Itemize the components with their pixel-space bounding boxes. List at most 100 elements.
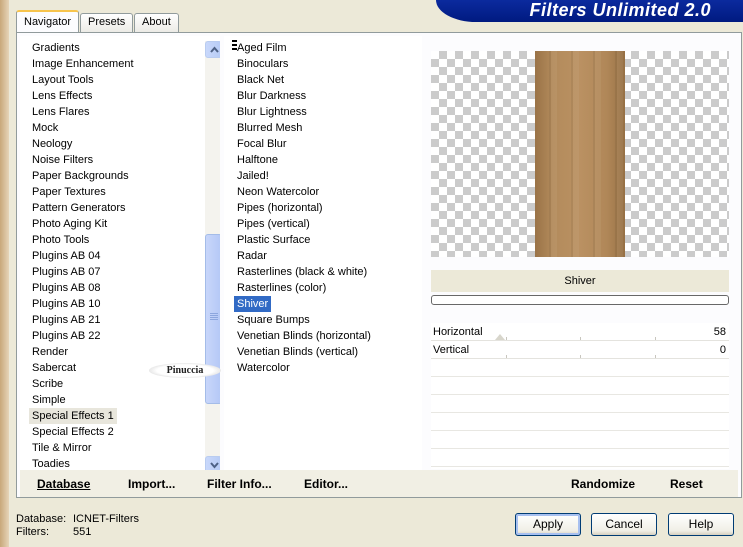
category-item[interactable]: Toadies: [29, 456, 73, 470]
filter-item[interactable]: Square Bumps: [234, 312, 313, 328]
parameter-row-divider: [431, 448, 729, 449]
category-item[interactable]: Simple: [29, 392, 69, 408]
filter-item[interactable]: Radar: [234, 248, 270, 264]
filter-item[interactable]: Venetian Blinds (vertical): [234, 344, 361, 360]
scroll-up-button[interactable]: [205, 41, 220, 58]
filter-item[interactable]: Neon Watercolor: [234, 184, 322, 200]
category-item[interactable]: Pattern Generators: [29, 200, 129, 216]
filter-item[interactable]: Binoculars: [234, 56, 291, 72]
category-item[interactable]: Sabercat: [29, 360, 79, 376]
filter-item[interactable]: Halftone: [234, 152, 281, 168]
chevron-up-icon: [210, 46, 219, 53]
category-item[interactable]: Lens Effects: [29, 88, 95, 104]
import-button[interactable]: Import...: [128, 475, 175, 493]
category-item[interactable]: Paper Backgrounds: [29, 168, 132, 184]
category-item[interactable]: Scribe: [29, 376, 66, 392]
filter-item[interactable]: Blurred Mesh: [234, 120, 305, 136]
category-item[interactable]: Photo Aging Kit: [29, 216, 110, 232]
slider-tick: [655, 337, 656, 340]
scroll-down-button[interactable]: [205, 456, 220, 470]
filters-count: 551: [73, 526, 92, 538]
apply-button[interactable]: Apply: [515, 513, 581, 536]
category-item[interactable]: Plugins AB 10: [29, 296, 104, 312]
category-item[interactable]: Gradients: [29, 40, 83, 56]
category-item[interactable]: Special Effects 1: [29, 408, 117, 424]
filter-item[interactable]: Plastic Surface: [234, 232, 313, 248]
database-label: Database:: [16, 513, 67, 525]
filter-item[interactable]: Blur Lightness: [234, 104, 310, 120]
tab-navigator[interactable]: Navigator: [16, 10, 80, 32]
slider-tick: [580, 355, 581, 358]
category-item[interactable]: Image Enhancement: [29, 56, 137, 72]
slider-tick: [506, 337, 507, 340]
category-item[interactable]: Photo Tools: [29, 232, 92, 248]
filters-label: Filters:: [16, 526, 49, 538]
help-button[interactable]: Help: [668, 513, 734, 536]
filter-item[interactable]: Blur Darkness: [234, 88, 309, 104]
reset-button[interactable]: Reset: [670, 475, 703, 493]
filter-item[interactable]: Venetian Blinds (horizontal): [234, 328, 374, 344]
parameter-label: Vertical: [433, 344, 470, 356]
filter-item[interactable]: Pipes (vertical): [234, 216, 313, 232]
filter-item[interactable]: Aged Film: [234, 40, 290, 56]
category-list[interactable]: Gradients Image Enhancement Layout Tools Le…: [20, 36, 220, 470]
database-button[interactable]: Database: [37, 475, 90, 493]
title-banner: Filters Unlimited 2.0: [436, 0, 743, 22]
banner-title: Filters Unlimited 2.0: [529, 0, 711, 20]
category-item[interactable]: Tile & Mirror: [29, 440, 94, 456]
preview-image: [431, 51, 729, 257]
grip-icon: [210, 313, 218, 321]
category-item[interactable]: Plugins AB 04: [29, 248, 104, 264]
parameter-area: Horizontal 58 Vertical 0: [431, 323, 729, 469]
category-item[interactable]: Plugins AB 08: [29, 280, 104, 296]
preview-wood-texture: [535, 51, 625, 257]
tab-about[interactable]: About: [134, 13, 179, 32]
filter-item[interactable]: Watercolor: [234, 360, 293, 376]
parameter-row-divider: [431, 466, 729, 467]
tab-presets[interactable]: Presets: [80, 13, 134, 32]
current-filter-name: Shiver: [431, 270, 729, 292]
category-item[interactable]: Render: [29, 344, 71, 360]
category-item[interactable]: Plugins AB 07: [29, 264, 104, 280]
category-item[interactable]: Plugins AB 21: [29, 312, 104, 328]
category-item[interactable]: Neology: [29, 136, 75, 152]
category-item[interactable]: Plugins AB 22: [29, 328, 104, 344]
background-edge: [0, 0, 9, 547]
parameter-row-divider: [431, 430, 729, 431]
filter-item[interactable]: Shiver: [234, 296, 272, 312]
scroll-thumb[interactable]: [205, 234, 220, 404]
filter-info-button[interactable]: Filter Info...: [207, 475, 272, 493]
cancel-button[interactable]: Cancel: [591, 513, 657, 536]
parameter-value: 0: [719, 344, 726, 356]
slider-tick: [655, 355, 656, 358]
category-scrollbar[interactable]: [205, 41, 220, 470]
parameter-slider[interactable]: Vertical 0: [431, 341, 729, 359]
category-item[interactable]: Noise Filters: [29, 152, 96, 168]
category-item[interactable]: Lens Flares: [29, 104, 92, 120]
parameter-label: Horizontal: [433, 326, 483, 338]
database-label: Database: [37, 477, 91, 491]
filter-item[interactable]: Black Net: [234, 72, 287, 88]
parameter-slider[interactable]: Horizontal 58: [431, 323, 729, 341]
slider-tick: [580, 337, 581, 340]
slider-thumb-icon[interactable]: [495, 334, 505, 340]
editor-button[interactable]: Editor...: [304, 475, 348, 493]
watermark-badge: Pinuccia: [149, 363, 221, 378]
randomize-button[interactable]: Randomize: [571, 475, 635, 493]
category-item[interactable]: Paper Textures: [29, 184, 109, 200]
progress-bar: [431, 295, 729, 305]
category-item[interactable]: Layout Tools: [29, 72, 97, 88]
filter-item[interactable]: Pipes (horizontal): [234, 200, 326, 216]
navigator-panel: Gradients Image Enhancement Layout Tools Le…: [16, 32, 742, 498]
parameter-value: 58: [713, 326, 726, 338]
chevron-down-icon: [210, 462, 219, 469]
filter-item[interactable]: Jailed!: [234, 168, 272, 184]
filter-list[interactable]: Aged Film Binoculars Black Net Blur Darknes…: [224, 36, 422, 470]
category-item[interactable]: Mock: [29, 120, 61, 136]
filter-item[interactable]: Rasterlines (color): [234, 280, 329, 296]
slider-tick: [506, 355, 507, 358]
category-item[interactable]: Special Effects 2: [29, 424, 117, 440]
parameter-row-divider: [431, 376, 729, 377]
filter-item[interactable]: Rasterlines (black & white): [234, 264, 370, 280]
filter-item[interactable]: Focal Blur: [234, 136, 290, 152]
